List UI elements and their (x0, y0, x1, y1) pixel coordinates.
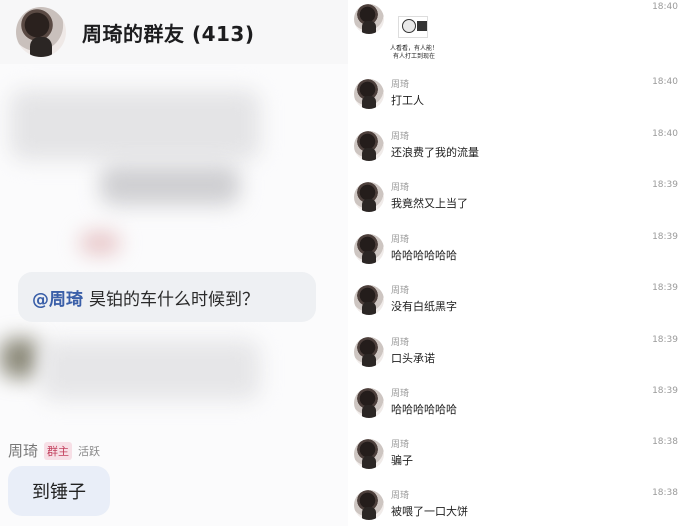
active-badge: 活跃 (78, 444, 101, 458)
message-bubble[interactable]: 到锤子 (8, 466, 110, 516)
message-item: 周琦 18:39 哈哈哈哈哈哈 (350, 386, 700, 436)
message-bubble[interactable]: @周琦 昊铂的车什么时候到？ (18, 272, 316, 322)
message-item: 18:40 人看看，有人能！ 有人打工到现在 (350, 2, 700, 60)
sender-name: 周琦 (391, 440, 410, 450)
blurred-content (10, 90, 260, 160)
message-item: 周琦 18:39 哈哈哈哈哈哈 (350, 232, 700, 282)
message-item: 周琦 18:39 我竟然又上当了 (350, 180, 700, 230)
message-text[interactable]: 被喂了一口大饼 (391, 503, 468, 519)
sticker-image[interactable]: 人看看，有人能！ 有人打工到现在 (386, 14, 442, 64)
chat-header: 周琦的群友 (413) (0, 0, 348, 64)
avatar[interactable] (354, 234, 384, 264)
message-text: 昊铂的车什么时候到？ (89, 289, 259, 310)
sticker-picture (398, 16, 428, 38)
avatar[interactable] (354, 131, 384, 161)
sender-name: 周琦 (391, 235, 410, 245)
sender-name: 周琦 (391, 338, 410, 348)
blurred-content (40, 340, 260, 400)
blurred-content (100, 165, 240, 205)
blurred-content (0, 338, 40, 378)
message-item: 周琦 18:40 打工人 (350, 77, 700, 127)
mention-link[interactable]: @周琦 (32, 285, 83, 310)
blurred-content (80, 232, 120, 254)
avatar[interactable] (354, 79, 384, 109)
message-time: 18:39 (652, 180, 678, 190)
sticker-caption: 有人打工到现在 (392, 53, 435, 60)
message-item: 周琦 18:39 没有白纸黑字 (350, 283, 700, 333)
message-text[interactable]: 我竟然又上当了 (391, 195, 468, 211)
sender-name: 周琦 (391, 80, 410, 90)
message-text[interactable]: 口头承诺 (391, 350, 435, 366)
sticker-screen-icon (417, 21, 427, 31)
message-item: 周琦 18:40 还浪费了我的流量 (350, 129, 700, 179)
message-text[interactable]: 打工人 (391, 92, 424, 108)
message-text[interactable]: 哈哈哈哈哈哈 (391, 247, 457, 263)
message-text[interactable]: 哈哈哈哈哈哈 (391, 401, 457, 417)
message-text[interactable]: 还浪费了我的流量 (391, 144, 479, 160)
message-item: 周琦 18:38 骗子 (350, 437, 700, 487)
sticker-face-icon (402, 19, 416, 33)
right-chat-panel: 18:40 人看看，有人能！ 有人打工到现在 周琦 18:40 打工人 周琦 1… (350, 0, 700, 526)
avatar[interactable] (354, 285, 384, 315)
sender-name: 周琦 (391, 491, 410, 501)
message-time: 18:39 (652, 335, 678, 345)
message-time: 18:40 (652, 2, 678, 12)
group-title[interactable]: 周琦的群友 (413) (82, 18, 255, 47)
sender-name: 周琦 (391, 183, 410, 193)
owner-badge: 群主 (44, 441, 73, 460)
left-chat-panel: 周琦的群友 (413) @周琦 昊铂的车什么时候到？ 周琦 群主 活跃 到锤子 (0, 0, 348, 526)
message-item: 周琦 18:39 口头承诺 (350, 335, 700, 385)
avatar[interactable] (354, 439, 384, 469)
message-item: 周琦 18:38 被喂了一口大饼 (350, 488, 700, 526)
sender-name: 周琦 (391, 286, 410, 296)
sender-name[interactable]: 周琦 (8, 440, 38, 461)
message-time: 18:38 (652, 488, 678, 498)
avatar[interactable] (354, 182, 384, 212)
message-text[interactable]: 没有白纸黑字 (391, 298, 457, 314)
message-text[interactable]: 骗子 (391, 452, 413, 468)
group-avatar[interactable] (16, 7, 66, 57)
message-time: 18:39 (652, 232, 678, 242)
avatar[interactable] (354, 388, 384, 418)
sender-name: 周琦 (391, 389, 410, 399)
sender-name: 周琦 (391, 132, 410, 142)
message-time: 18:38 (652, 437, 678, 447)
sender-row: 周琦 群主 活跃 (8, 440, 100, 461)
avatar[interactable] (354, 4, 384, 34)
message-time: 18:39 (652, 386, 678, 396)
message-time: 18:40 (652, 77, 678, 87)
message-time: 18:40 (652, 129, 678, 139)
avatar[interactable] (354, 490, 384, 520)
message-time: 18:39 (652, 283, 678, 293)
avatar[interactable] (354, 337, 384, 367)
